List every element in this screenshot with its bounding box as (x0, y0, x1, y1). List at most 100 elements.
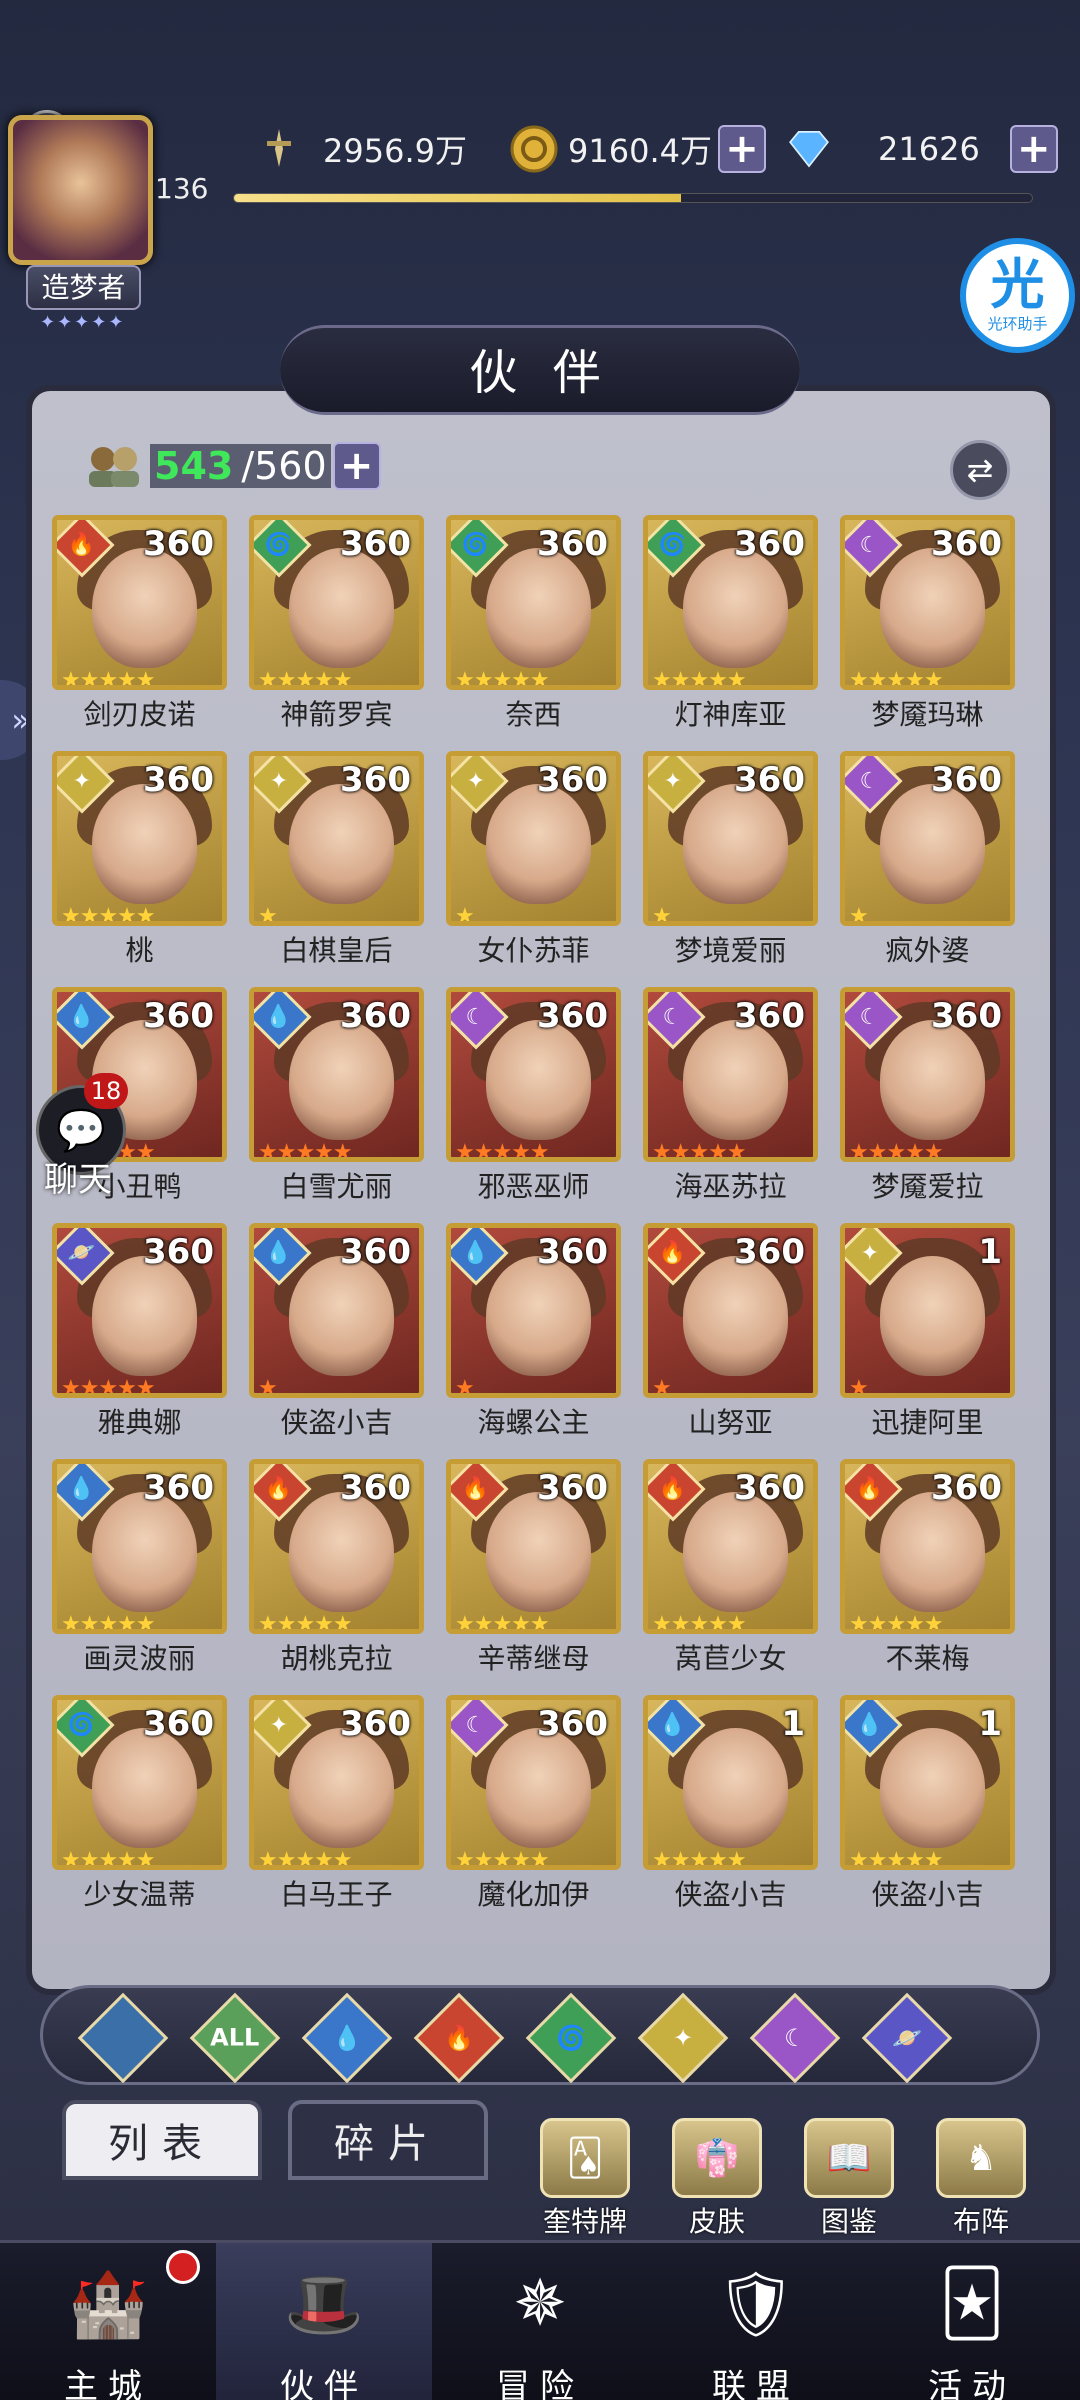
hero-card[interactable]: 🔥 360 ★★★★★ 不莱梅 (840, 1459, 1015, 1675)
hero-name: 海螺公主 (477, 1406, 590, 1439)
hero-level: 360 (340, 1704, 411, 1744)
power-value: 2956.9万 (323, 132, 467, 170)
hero-name: 白雪尤丽 (280, 1170, 393, 1203)
filter-star[interactable]: 🪐 (861, 1992, 953, 2084)
hero-card[interactable]: 🌀 360 ★★★★★ 奈西 (446, 515, 621, 731)
hero-stars: ★★★★★ (61, 1376, 156, 1398)
nav-item-2[interactable]: ✵ 冒险 (432, 2243, 648, 2400)
player-avatar[interactable] (8, 115, 153, 265)
hero-portrait: 🌀 360 ★★★★★ (446, 515, 621, 690)
hero-level: 360 (340, 1232, 411, 1272)
hero-face (880, 784, 985, 904)
filter-fire[interactable]: 🔥 (413, 1992, 505, 2084)
hero-card[interactable]: 💧 360 ★★★★★ 画灵波丽 (52, 1459, 227, 1675)
hero-level: 360 (734, 760, 805, 800)
nav-item-4[interactable]: 🃏 活动 (864, 2243, 1080, 2400)
exp-progress-fill (234, 194, 681, 202)
nav-icon: 🃏 (939, 2267, 1005, 2341)
hero-card[interactable]: 💧 1 ★★★★★ 侠盗小吉 (643, 1695, 818, 1911)
hero-stars: ★★★★★ (258, 1848, 353, 1870)
aura-helper-button[interactable]: 光 光环助手 (960, 238, 1075, 353)
hero-card[interactable]: ☾ 360 ★★★★★ 邪恶巫师 (446, 987, 621, 1203)
hero-face (880, 1492, 985, 1612)
hero-level: 360 (340, 996, 411, 1036)
nav-item-3[interactable]: 🛡 联盟 (648, 2243, 864, 2400)
nav-item-1[interactable]: 🎩 伙伴 (216, 2243, 432, 2400)
hero-card[interactable]: ✦ 1 ★ 迅捷阿里 (840, 1223, 1015, 1439)
tab-list[interactable]: 列表 (62, 2100, 262, 2180)
filter-light[interactable]: ✦ (637, 1992, 729, 2084)
add-gems-button[interactable]: + (1009, 125, 1058, 173)
hero-name: 灯神库亚 (674, 698, 787, 731)
hero-stars: ★★★★★ (455, 1140, 550, 1162)
hero-card[interactable]: ✦ 360 ★ 女仆苏菲 (446, 751, 621, 967)
side-button-2[interactable]: 📖 图鉴 (799, 2118, 899, 2240)
side-button-3[interactable]: ♞ 布阵 (931, 2118, 1031, 2240)
sort-toggle-button[interactable]: ⇄ (950, 440, 1010, 500)
hero-card[interactable]: 💧 360 ★★★★★ 白雪尤丽 (249, 987, 424, 1203)
hero-card[interactable]: 🪐 360 ★★★★★ 雅典娜 (52, 1223, 227, 1439)
hero-name: 女仆苏菲 (477, 934, 590, 967)
hero-card[interactable]: 🌀 360 ★★★★★ 神箭罗宾 (249, 515, 424, 731)
hero-card[interactable]: ☾ 360 ★★★★★ 梦魇玛琳 (840, 515, 1015, 731)
hero-stars: ★★★★★ (849, 1612, 944, 1634)
hero-level: 360 (340, 760, 411, 800)
hero-portrait: ☾ 360 ★★★★★ (840, 515, 1015, 690)
hero-card[interactable]: 🔥 360 ★ 山努亚 (643, 1223, 818, 1439)
filter-none[interactable] (77, 1992, 169, 2084)
hero-portrait: 💧 360 ★ (249, 1223, 424, 1398)
hero-face (289, 1728, 394, 1848)
hero-face (683, 1728, 788, 1848)
filter-water-label: 💧 (332, 2023, 362, 2052)
hero-face (92, 1256, 197, 1376)
hero-card[interactable]: ✦ 360 ★★★★★ 桃 (52, 751, 227, 967)
side-button-1[interactable]: 👘 皮肤 (667, 2118, 767, 2240)
partners-icon (80, 442, 150, 490)
gems-value: 21626 (878, 130, 980, 168)
hero-card[interactable]: ☾ 360 ★ 疯外婆 (840, 751, 1015, 967)
hero-face (683, 784, 788, 904)
hero-face (486, 1256, 591, 1376)
title-stars: ✦✦✦✦✦ (40, 312, 126, 333)
hero-face (683, 1492, 788, 1612)
hero-card[interactable]: 💧 360 ★ 侠盗小吉 (249, 1223, 424, 1439)
side-button-label: 皮肤 (688, 2205, 745, 2238)
hero-card[interactable]: 🌀 360 ★★★★★ 灯神库亚 (643, 515, 818, 731)
hero-card[interactable]: 🌀 360 ★★★★★ 少女温蒂 (52, 1695, 227, 1911)
filter-all[interactable]: ALL (189, 1992, 281, 2084)
hero-face (486, 548, 591, 668)
add-gold-button[interactable]: + (717, 125, 766, 173)
hero-stars: ★ (455, 1376, 475, 1398)
hero-level: 360 (143, 524, 214, 564)
hero-name: 白棋皇后 (280, 934, 393, 967)
hero-face (880, 548, 985, 668)
hero-stars: ★★★★★ (258, 668, 353, 690)
bottom-nav: 🏰 主城 🎩 伙伴 ✵ 冒险 🛡 联盟 🃏 活动 (0, 2240, 1080, 2400)
hero-card[interactable]: ✦ 360 ★ 白棋皇后 (249, 751, 424, 967)
hero-level: 360 (340, 1468, 411, 1508)
tab-shards[interactable]: 碎片 (288, 2100, 488, 2180)
hero-card[interactable]: 💧 1 ★★★★★ 侠盗小吉 (840, 1695, 1015, 1911)
filter-wind[interactable]: 🌀 (525, 1992, 617, 2084)
hero-card[interactable]: ☾ 360 ★★★★★ 魔化加伊 (446, 1695, 621, 1911)
side-button-0[interactable]: 🂡 奎特牌 (535, 2118, 635, 2240)
hero-card[interactable]: 🔥 360 ★★★★★ 莴苣少女 (643, 1459, 818, 1675)
hero-stars: ★★★★★ (61, 1612, 156, 1634)
filter-moon[interactable]: ☾ (749, 1992, 841, 2084)
hero-card[interactable]: 🔥 360 ★★★★★ 剑刃皮诺 (52, 515, 227, 731)
hero-card[interactable]: ✦ 360 ★★★★★ 白马王子 (249, 1695, 424, 1911)
hero-card[interactable]: 🔥 360 ★★★★★ 辛蒂继母 (446, 1459, 621, 1675)
hero-card[interactable]: ☾ 360 ★★★★★ 海巫苏拉 (643, 987, 818, 1203)
hero-portrait: 💧360★★★★★ (249, 987, 424, 1162)
hero-card[interactable]: 🔥 360 ★★★★★ 胡桃克拉 (249, 1459, 424, 1675)
hero-portrait: 💧 360 ★ (446, 1223, 621, 1398)
hero-name: 莴苣少女 (674, 1642, 787, 1675)
expand-capacity-button[interactable]: + (332, 442, 381, 490)
filter-light-label: ✦ (672, 2023, 694, 2052)
hero-card[interactable]: 💧 360 ★ 海螺公主 (446, 1223, 621, 1439)
hero-stars: ★★★★★ (652, 1140, 747, 1162)
hero-card[interactable]: ☾ 360 ★★★★★ 梦魇爱拉 (840, 987, 1015, 1203)
hero-card[interactable]: ✦ 360 ★ 梦境爱丽 (643, 751, 818, 967)
hero-name: 山努亚 (688, 1406, 773, 1439)
filter-water[interactable]: 💧 (301, 1992, 393, 2084)
